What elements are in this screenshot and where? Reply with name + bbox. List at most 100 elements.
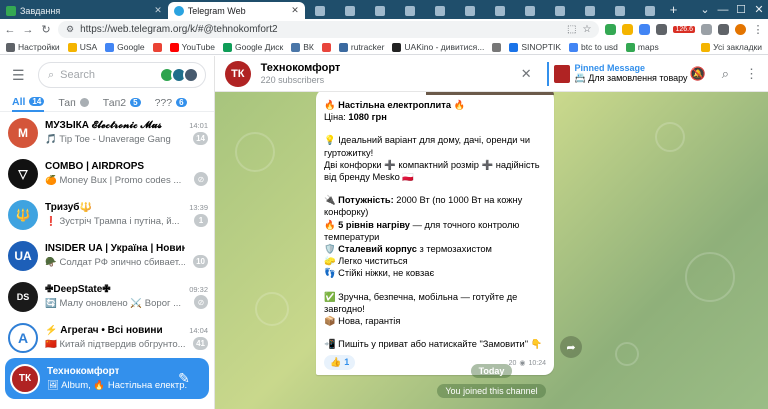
- browser-tab-mini[interactable]: [576, 4, 604, 17]
- browser-tab-mini[interactable]: [486, 4, 514, 17]
- channel-info[interactable]: Технокомфорт 220 subscribers: [261, 62, 507, 85]
- price-value: 1080 грн: [348, 112, 387, 123]
- bookmark-item[interactable]: btc to usd: [569, 42, 618, 52]
- chrome-menu-icon[interactable]: ⋮: [752, 23, 764, 36]
- background-doodle: [655, 122, 685, 152]
- bookmark-item[interactable]: USA: [67, 42, 97, 52]
- browser-tab-mini[interactable]: [336, 4, 364, 17]
- extensions-puzzle-icon[interactable]: [701, 24, 712, 35]
- clean-text: 🧽 Легко чиститься: [324, 256, 408, 267]
- telegram-favicon-icon: [173, 5, 184, 16]
- translate-icon[interactable]: ⬚: [567, 24, 576, 35]
- close-window-icon[interactable]: ✕: [750, 3, 768, 16]
- story-avatars[interactable]: [159, 67, 199, 83]
- story-avatar[interactable]: [183, 67, 199, 83]
- bookmark-item[interactable]: Настройки: [6, 42, 60, 52]
- bookmark-item[interactable]: [321, 42, 331, 52]
- address-bar-row: ← → ↻ ⚙ https://web.telegram.org/k/#@teh…: [0, 19, 768, 40]
- tab-search-icon[interactable]: ⌄: [696, 3, 714, 16]
- browser-tab-mini[interactable]: [456, 4, 484, 17]
- mute-bell-icon[interactable]: 🔕: [690, 66, 706, 82]
- profile-avatar[interactable]: [735, 24, 746, 35]
- window-controls: ⌄ — ☐ ✕: [696, 0, 768, 19]
- hamburger-menu-icon[interactable]: ☰: [12, 67, 26, 84]
- forward-icon[interactable]: →: [22, 24, 34, 36]
- chat-item-combo[interactable]: ▽ COMBO | AIRDROPS 🍊 Money Bux | Promo c…: [0, 153, 214, 194]
- browser-tab-telegram[interactable]: Telegram Web ✕: [167, 2, 305, 19]
- uakino-icon: [392, 42, 402, 52]
- chat-item-agregach[interactable]: A ⚡ Агрегач • Всі новини 14:04 🇨🇳 Китай п…: [0, 317, 214, 358]
- tab-unknown[interactable]: ??? 6: [155, 94, 187, 112]
- extension-icon[interactable]: [605, 24, 617, 35]
- browser-tab-mini[interactable]: [636, 4, 664, 17]
- bookmark-item[interactable]: SINOPTIK: [509, 42, 561, 52]
- avatar: 🔱: [8, 199, 38, 230]
- site-info-icon[interactable]: ⚙: [66, 24, 74, 35]
- chat-list: М МУЗЫКА 𝓔𝓵𝓮𝓬𝓽𝓻𝓸𝓷𝓲𝓬 𝓜𝓾𝓼 14:01 🎵 Tip Toe -…: [0, 112, 214, 399]
- browser-tab-mini[interactable]: [366, 4, 394, 17]
- new-message-pencil-icon[interactable]: ✎: [171, 365, 197, 391]
- bookmark-item[interactable]: Google Диск: [223, 42, 283, 52]
- tab-title: Telegram Web: [187, 5, 246, 16]
- all-bookmarks[interactable]: Усі закладки: [701, 42, 762, 52]
- chat-item-music[interactable]: М МУЗЫКА 𝓔𝓵𝓮𝓬𝓽𝓻𝓸𝓷𝓲𝓬 𝓜𝓾𝓼 14:01 🎵 Tip Toe -…: [0, 112, 214, 153]
- browser-tab-mini[interactable]: [606, 4, 634, 17]
- bookmark-item[interactable]: [152, 42, 162, 52]
- minimize-icon[interactable]: —: [714, 4, 732, 16]
- bookmark-star-icon[interactable]: ☆: [583, 24, 592, 35]
- chat-item-insider[interactable]: UA INSIDER UA | Україна | Новини 🪖 Солда…: [0, 235, 214, 276]
- extension-badge[interactable]: 126.6: [673, 26, 695, 33]
- chat-background: 🔥 Настільна електроплита 🔥 Ціна: 1080 гр…: [215, 92, 768, 409]
- avatar: ▽: [8, 158, 38, 189]
- forward-arrow-icon[interactable]: ➦: [560, 336, 582, 358]
- extension-icon[interactable]: [622, 24, 634, 35]
- bookmark-item[interactable]: UAKino - дивитися...: [392, 42, 484, 52]
- browser-tab-tasks[interactable]: Завдання ✕: [0, 2, 168, 19]
- date-separator: Today: [215, 364, 768, 378]
- chat-item-deepstate[interactable]: DS ✙DeepState✙ 09:32 🔄 Малу оновлено ⚔️ В…: [0, 276, 214, 317]
- search-input[interactable]: ⌕ Search: [38, 62, 206, 88]
- tab-close-icon[interactable]: ✕: [291, 5, 299, 16]
- channel-avatar[interactable]: ТК: [225, 60, 251, 87]
- tab-close-icon[interactable]: ✕: [154, 5, 162, 16]
- channel-message[interactable]: 🔥 Настільна електроплита 🔥 Ціна: 1080 гр…: [316, 92, 554, 375]
- url-text[interactable]: https://web.telegram.org/k/#@tehnokomfor…: [80, 24, 561, 35]
- tab-tap2[interactable]: Тап2 5: [103, 94, 141, 112]
- bookmark-item[interactable]: YouTube: [169, 42, 215, 52]
- close-pinned-icon[interactable]: ✕: [521, 66, 535, 82]
- vk-icon: [291, 42, 301, 52]
- browser-tab-strip: Завдання ✕ Telegram Web ✕ + ⌄ — ☐ ✕: [0, 0, 768, 19]
- browser-tab-mini[interactable]: [546, 4, 574, 17]
- chat-item-tryzub[interactable]: 🔱 Тризуб🔱 13:39 ❗ Зустріч Трампа і путіна…: [0, 194, 214, 235]
- channel-subscribers: 220 subscribers: [260, 75, 325, 85]
- maximize-icon[interactable]: ☐: [732, 3, 750, 16]
- browser-tab-mini[interactable]: [516, 4, 544, 17]
- extension-icon[interactable]: [656, 24, 668, 35]
- sinoptik-icon: [509, 42, 519, 52]
- chat-item-tehnokomfort[interactable]: ТК Технокомфорт 🖼 Album, 🔥 Настільна еле…: [5, 358, 209, 399]
- chat-name: ⚡ Агрегач • Всі новини: [45, 325, 163, 336]
- pinned-message[interactable]: Pinned Message 📇 Для замовлення товару п…: [546, 61, 690, 86]
- reload-icon[interactable]: ↻: [40, 23, 52, 36]
- bookmark-item[interactable]: maps: [625, 42, 659, 52]
- tab-tap[interactable]: Тап: [58, 94, 89, 112]
- browser-tab-mini[interactable]: [426, 4, 454, 17]
- browser-tab-mini[interactable]: [306, 4, 334, 17]
- bookmark-item[interactable]: [492, 42, 502, 52]
- tab-all[interactable]: All 14: [12, 94, 45, 112]
- omnibox[interactable]: ⚙ https://web.telegram.org/k/#@tehnokomf…: [58, 21, 600, 38]
- bookmark-item[interactable]: Google: [105, 42, 145, 52]
- mail-icon: [152, 42, 162, 52]
- extension-icon[interactable]: [639, 24, 651, 35]
- new-tab-icon[interactable]: +: [665, 2, 683, 19]
- browser-tab-mini[interactable]: [396, 4, 424, 17]
- chat-last-message: ❗ Зустріч Трампа і путіна, й...: [45, 216, 180, 227]
- more-options-icon[interactable]: ⋮: [745, 66, 758, 82]
- back-icon[interactable]: ←: [4, 24, 16, 36]
- search-icon[interactable]: ⌕: [722, 66, 729, 82]
- download-icon[interactable]: [718, 24, 729, 35]
- bookmark-item[interactable]: ВК: [291, 42, 314, 52]
- bookmark-item[interactable]: rutracker: [338, 42, 384, 52]
- background-doodle: [235, 132, 275, 172]
- background-doodle: [255, 292, 289, 326]
